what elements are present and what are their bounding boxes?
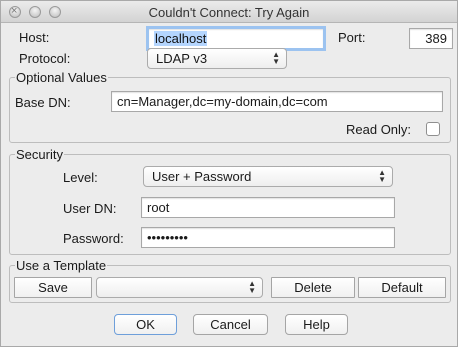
ok-button[interactable]: OK xyxy=(114,314,177,335)
host-input[interactable]: localhost xyxy=(146,26,326,51)
level-label: Level: xyxy=(63,170,98,185)
protocol-label: Protocol: xyxy=(19,51,71,66)
cancel-button[interactable]: Cancel xyxy=(193,314,268,335)
help-button[interactable]: Help xyxy=(285,314,348,335)
window-title: Couldn't Connect: Try Again xyxy=(148,5,310,20)
port-input[interactable]: 389 xyxy=(409,28,453,49)
base-dn-label: Base DN: xyxy=(15,95,71,110)
read-only-checkbox[interactable] xyxy=(426,122,440,136)
title-bar: × Couldn't Connect: Try Again xyxy=(1,1,457,23)
security-level-value: User + Password xyxy=(152,169,252,184)
port-label: Port: xyxy=(338,30,366,45)
user-dn-label: User DN: xyxy=(63,201,117,216)
popup-arrows-icon: ▲ ▼ xyxy=(272,50,280,66)
password-value: ••••••••• xyxy=(147,230,188,245)
user-dn-value: root xyxy=(147,200,170,215)
base-dn-value: cn=Manager,dc=my-domain,dc=com xyxy=(117,94,328,109)
host-label: Host: xyxy=(19,30,50,45)
port-value: 389 xyxy=(425,31,447,46)
default-template-button[interactable]: Default xyxy=(358,277,446,298)
save-template-button[interactable]: Save xyxy=(14,277,92,298)
password-input[interactable]: ••••••••• xyxy=(141,227,395,248)
template-popup[interactable]: ▲ ▼ xyxy=(96,277,263,298)
optional-values-title: Optional Values xyxy=(15,70,108,85)
host-value: localhost xyxy=(154,31,208,46)
user-dn-input[interactable]: root xyxy=(141,197,395,218)
delete-template-button[interactable]: Delete xyxy=(271,277,355,298)
template-title: Use a Template xyxy=(15,258,108,273)
popup-arrows-icon: ▲ ▼ xyxy=(248,279,256,295)
base-dn-input[interactable]: cn=Manager,dc=my-domain,dc=com xyxy=(111,91,443,112)
password-label: Password: xyxy=(63,231,124,246)
read-only-label: Read Only: xyxy=(346,122,412,137)
popup-arrows-icon: ▲ ▼ xyxy=(378,168,386,184)
protocol-value: LDAP v3 xyxy=(156,51,208,66)
security-title: Security xyxy=(15,147,64,162)
dialog-window: × Couldn't Connect: Try Again Host: loca… xyxy=(0,0,458,347)
security-level-popup[interactable]: User + Password ▲ ▼ xyxy=(143,166,393,187)
protocol-popup[interactable]: LDAP v3 ▲ ▼ xyxy=(147,48,287,69)
